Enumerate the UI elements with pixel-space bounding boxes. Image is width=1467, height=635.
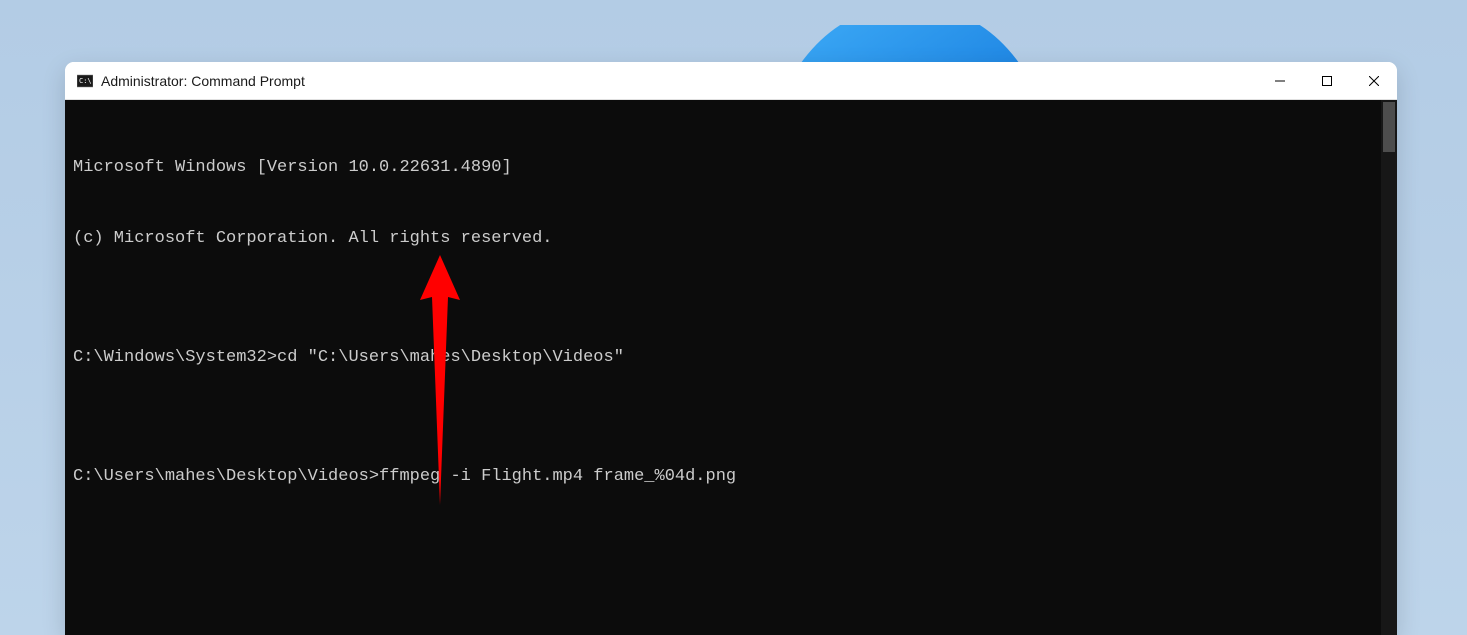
- close-button[interactable]: [1350, 62, 1397, 100]
- command-prompt-icon: C:\: [77, 73, 93, 89]
- maximize-button[interactable]: [1303, 62, 1350, 100]
- terminal-line: C:\Users\mahes\Desktop\Videos>ffmpeg -i …: [73, 465, 1381, 489]
- scrollbar-thumb[interactable]: [1383, 102, 1395, 152]
- window-title: Administrator: Command Prompt: [101, 73, 1256, 89]
- terminal-area[interactable]: Microsoft Windows [Version 10.0.22631.48…: [65, 100, 1397, 635]
- terminal-line: Microsoft Windows [Version 10.0.22631.48…: [73, 156, 1381, 180]
- svg-text:C:\: C:\: [79, 77, 92, 85]
- window-controls: [1256, 62, 1397, 99]
- window-titlebar[interactable]: C:\ Administrator: Command Prompt: [65, 62, 1397, 100]
- terminal-line: C:\Windows\System32>cd "C:\Users\mahes\D…: [73, 346, 1381, 370]
- terminal-line: (c) Microsoft Corporation. All rights re…: [73, 227, 1381, 251]
- minimize-button[interactable]: [1256, 62, 1303, 100]
- vertical-scrollbar[interactable]: [1381, 100, 1397, 635]
- command-prompt-window: C:\ Administrator: Command Prompt: [65, 62, 1397, 635]
- terminal-output[interactable]: Microsoft Windows [Version 10.0.22631.48…: [65, 100, 1381, 635]
